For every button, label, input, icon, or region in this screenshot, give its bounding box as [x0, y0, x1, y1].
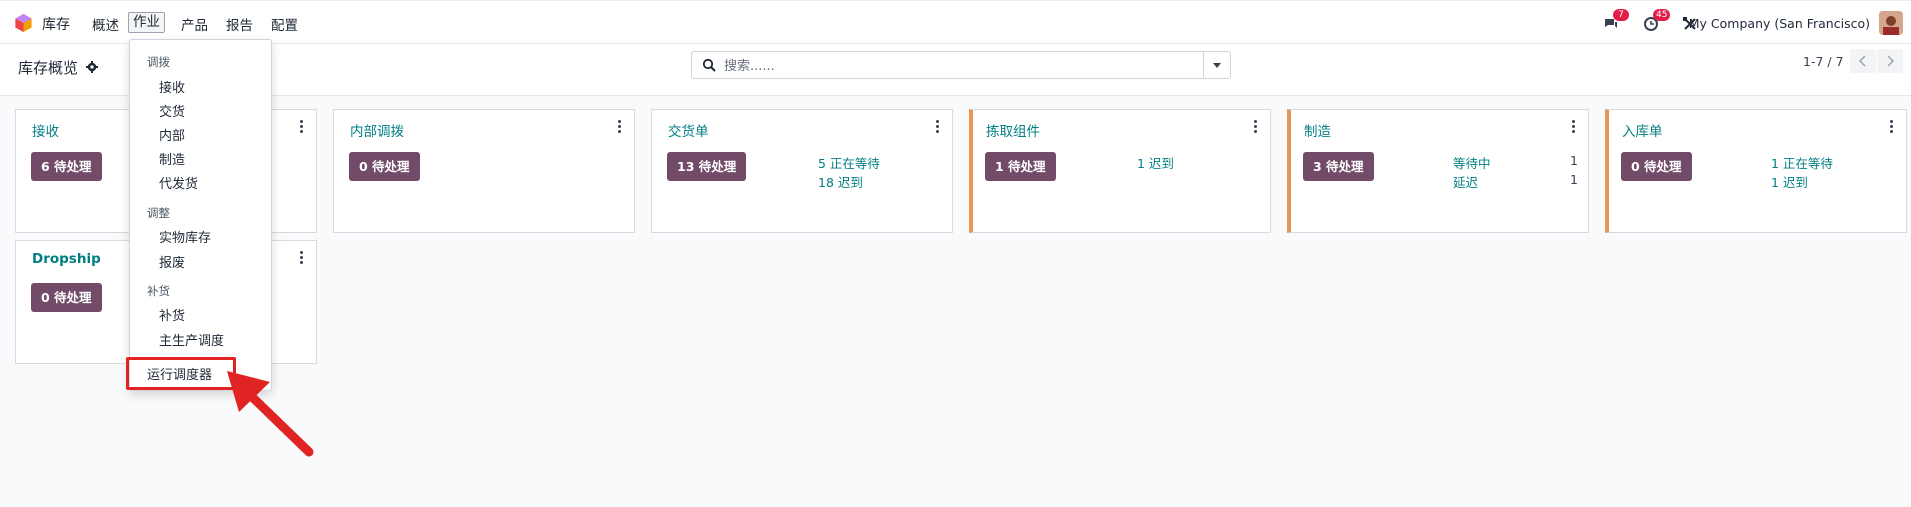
menu-item-manufacturing[interactable]: 制造: [159, 149, 185, 168]
card-title[interactable]: 制造: [1304, 120, 1331, 140]
activities-badge: 45: [1653, 9, 1671, 21]
menu-item-master-production-schedule[interactable]: 主生产调度: [159, 330, 224, 349]
kanban-card-manufacturing: 制造 3 待处理 等待中 延迟 1 1: [1287, 109, 1589, 233]
menu-item-replenishment[interactable]: 补货: [159, 305, 185, 324]
menu-operations[interactable]: 作业: [128, 12, 165, 33]
gear-icon[interactable]: [86, 61, 98, 73]
search-box: [691, 51, 1231, 79]
menu-overview[interactable]: 概述: [92, 14, 119, 34]
pager-previous-button[interactable]: [1850, 49, 1876, 73]
search-options-toggle[interactable]: [1203, 52, 1230, 78]
stat-late-count: 1: [1570, 172, 1578, 187]
section-header-transfers: 调拨: [147, 55, 170, 69]
card-menu-button[interactable]: [300, 251, 304, 265]
top-navbar: 库存 概述 作业 产品 报告 配置 7 45 My Company (San F…: [0, 0, 1911, 44]
inventory-app-icon[interactable]: [15, 14, 32, 32]
card-menu-button[interactable]: [300, 120, 304, 134]
card-title[interactable]: 内部调拨: [350, 120, 404, 140]
stat-waiting[interactable]: 5 正在等待: [818, 153, 880, 172]
company-switcher[interactable]: My Company (San Francisco): [1689, 16, 1870, 31]
user-avatar[interactable]: [1879, 11, 1903, 35]
run-scheduler-highlight: [126, 357, 236, 390]
todo-button[interactable]: 13 待处理: [667, 152, 747, 181]
kanban-card-internal: 内部调拨 0 待处理: [333, 109, 635, 233]
menu-item-scrap[interactable]: 报废: [159, 252, 185, 271]
card-menu-button[interactable]: [618, 120, 622, 134]
todo-button[interactable]: 0 待处理: [349, 152, 420, 181]
kanban-card-incoming: 入库单 0 待处理 1 正在等待 1 迟到: [1605, 109, 1907, 233]
operations-dropdown: 调拨 接收 交货 内部 制造 代发货 调整 实物库存 报废 补货 补货 主生产调…: [129, 39, 272, 391]
card-menu-button[interactable]: [1890, 120, 1894, 134]
todo-button[interactable]: 1 待处理: [985, 152, 1056, 181]
card-title[interactable]: 拣取组件: [986, 120, 1040, 140]
card-title[interactable]: Dropship: [32, 251, 101, 267]
chevron-right-icon: [1887, 55, 1895, 67]
todo-button[interactable]: 0 待处理: [31, 283, 102, 312]
stat-late[interactable]: 1 迟到: [1771, 172, 1808, 191]
page-title: 库存概览: [18, 59, 79, 77]
card-title[interactable]: 入库单: [1622, 120, 1663, 140]
menu-item-dropship[interactable]: 代发货: [159, 173, 198, 192]
card-menu-button[interactable]: [1254, 120, 1258, 134]
todo-button[interactable]: 6 待处理: [31, 152, 102, 181]
card-title[interactable]: 交货单: [668, 120, 709, 140]
menu-item-deliveries[interactable]: 交货: [159, 101, 185, 120]
activities-button[interactable]: 45: [1643, 9, 1671, 33]
stat-waiting[interactable]: 1 正在等待: [1771, 153, 1833, 172]
todo-button[interactable]: 3 待处理: [1303, 152, 1374, 181]
card-menu-button[interactable]: [1572, 120, 1576, 134]
stat-late[interactable]: 延迟: [1453, 172, 1478, 191]
menu-item-internal[interactable]: 内部: [159, 125, 185, 144]
menu-item-physical-inventory[interactable]: 实物库存: [159, 227, 211, 246]
app-name[interactable]: 库存: [42, 14, 70, 34]
card-menu-button[interactable]: [936, 120, 940, 134]
section-header-adjustments: 调整: [147, 206, 170, 220]
chevron-left-icon: [1858, 55, 1866, 67]
messages-button[interactable]: 7: [1603, 9, 1629, 33]
card-title[interactable]: 接收: [32, 120, 59, 140]
stat-late[interactable]: 18 迟到: [818, 172, 863, 191]
stat-late[interactable]: 1 迟到: [1137, 153, 1174, 172]
menu-products[interactable]: 产品: [181, 14, 208, 34]
search-icon: [702, 58, 716, 72]
menu-reporting[interactable]: 报告: [226, 14, 253, 34]
menu-configuration[interactable]: 配置: [271, 14, 298, 34]
todo-button[interactable]: 0 待处理: [1621, 152, 1692, 181]
user-avatar-icon: [1879, 11, 1903, 35]
stat-waiting[interactable]: 等待中: [1453, 153, 1491, 172]
annotation-arrow-icon: [227, 371, 314, 457]
messages-badge: 7: [1613, 9, 1629, 21]
kanban-card-pick-components: 拣取组件 1 待处理 1 迟到: [969, 109, 1271, 233]
control-panel: 库存概览 1-7 / 7: [0, 44, 1911, 96]
pager-next-button[interactable]: [1877, 49, 1903, 73]
section-header-replenishment: 补货: [147, 284, 170, 298]
pager-value[interactable]: 1-7 / 7: [1803, 54, 1844, 69]
menu-item-receipts[interactable]: 接收: [159, 77, 185, 96]
search-input[interactable]: [722, 55, 1186, 77]
stat-waiting-count: 1: [1570, 153, 1578, 168]
kanban-card-delivery: 交货单 13 待处理 5 正在等待 18 迟到: [651, 109, 953, 233]
